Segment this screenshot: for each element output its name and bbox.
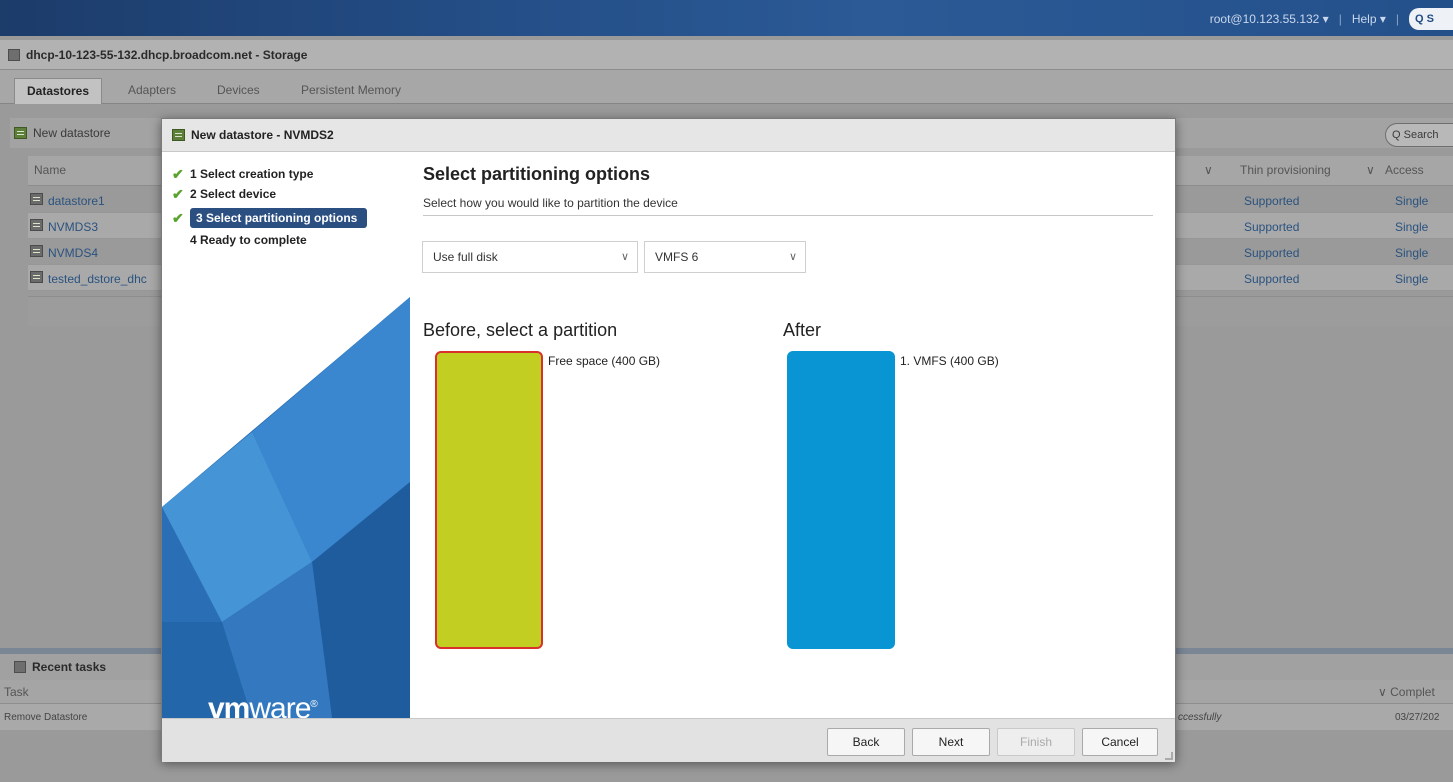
dialog-title-bar[interactable]: New datastore - NVMDS2 (162, 119, 1175, 152)
datastore-icon (30, 271, 43, 283)
task-status: ccessfully (1178, 712, 1222, 723)
finish-button[interactable]: Finish (997, 728, 1075, 756)
row-thin: Supported (1244, 220, 1300, 234)
row-access: Single (1395, 220, 1429, 234)
top-bar: root@10.123.55.132 ▾ | Help ▾ | Q S (0, 0, 1453, 36)
check-icon: ✔ (172, 185, 184, 202)
wizard-step-label-active: 3 Select partitioning options (190, 208, 368, 228)
new-datastore-dialog: New datastore - NVMDS2 ✔ 1 Select creati… (161, 118, 1176, 762)
global-search-input[interactable]: Q S (1409, 8, 1453, 30)
host-title: dhcp-10-123-55-132.dhcp.broadcom.net - S… (26, 47, 308, 62)
logo-light: ware (249, 692, 311, 718)
wizard-step-label: 2 Select device (190, 187, 277, 201)
cancel-button[interactable]: Cancel (1082, 728, 1158, 756)
wizard-content: Select partitioning options Select how y… (411, 152, 1175, 718)
before-section-title: Before, select a partition (423, 320, 618, 340)
recent-tasks-title: Recent tasks (32, 660, 107, 674)
vmfs-partition-label: 1. VMFS (400 GB) (900, 354, 999, 368)
col-completed[interactable]: ∨ Complet (1378, 685, 1435, 699)
col-sort-icon[interactable]: ∨ (1204, 163, 1213, 177)
storage-tabs: Datastores Adapters Devices Persistent M… (0, 70, 1453, 104)
divider (423, 215, 1153, 216)
col-thin-provisioning[interactable]: Thin provisioning (1240, 163, 1331, 177)
help-menu[interactable]: Help ▾ (1352, 12, 1386, 26)
chevron-down-icon: ∨ (620, 251, 629, 263)
next-button[interactable]: Next (912, 728, 990, 756)
datastore-icon (14, 127, 27, 139)
wizard-sidebar: ✔ 1 Select creation type ✔ 2 Select devi… (162, 152, 410, 718)
dialog-title: New datastore - NVMDS2 (191, 128, 334, 142)
partition-config-value: Use full disk (433, 250, 498, 264)
free-space-label: Free space (400 GB) (548, 354, 661, 368)
tab-devices[interactable]: Devices (205, 78, 272, 104)
col-name[interactable]: Name (34, 163, 66, 177)
logo-mark: ® (310, 699, 317, 710)
row-thin: Supported (1244, 194, 1300, 208)
row-thin: Supported (1244, 246, 1300, 260)
datastore-icon (30, 245, 43, 257)
new-datastore-button[interactable]: New datastore (14, 126, 110, 140)
page-subtitle: Select how you would like to partition t… (423, 196, 678, 210)
datastore-icon (30, 219, 43, 231)
chevron-down-icon: ∨ (788, 251, 797, 263)
tasks-icon (14, 661, 26, 673)
row-access: Single (1395, 194, 1429, 208)
row-name[interactable]: datastore1 (48, 194, 105, 208)
check-icon: ✔ (172, 209, 184, 226)
wizard-step-3[interactable]: ✔ 3 Select partitioning options (172, 208, 368, 228)
host-title-bar: dhcp-10-123-55-132.dhcp.broadcom.net - S… (0, 40, 1453, 70)
row-name[interactable]: NVMDS4 (48, 246, 98, 260)
task-date: 03/27/202 (1395, 712, 1440, 723)
row-thin: Supported (1244, 272, 1300, 286)
storage-icon (8, 48, 20, 61)
dialog-footer: Back Next Finish Cancel (162, 718, 1175, 762)
free-space-partition[interactable] (435, 351, 543, 649)
wizard-step-4[interactable]: 4 Ready to complete (172, 230, 307, 250)
resize-grip-icon[interactable] (1165, 752, 1173, 760)
logo-bold: vm (208, 692, 250, 718)
row-name[interactable]: tested_dstore_dhc (48, 272, 147, 286)
top-separator: | (1395, 12, 1399, 26)
datastore-icon (30, 193, 43, 205)
new-datastore-label: New datastore (33, 126, 111, 140)
col-sort-icon[interactable]: ∨ (1366, 163, 1375, 177)
user-menu[interactable]: root@10.123.55.132 ▾ (1210, 12, 1329, 26)
vmware-logo: vmware® (208, 692, 318, 718)
after-section-title: After (783, 320, 822, 340)
datastore-search-input[interactable]: Q Search (1385, 123, 1453, 147)
check-icon: ✔ (172, 165, 184, 182)
datastore-icon (172, 129, 185, 141)
row-access: Single (1395, 272, 1429, 286)
wizard-step-label: 1 Select creation type (190, 167, 314, 181)
top-bar-right: root@10.123.55.132 ▾ | Help ▾ | Q S (1210, 8, 1453, 30)
col-access[interactable]: Access (1385, 163, 1424, 177)
tab-adapters[interactable]: Adapters (116, 78, 188, 104)
tab-persistent-memory[interactable]: Persistent Memory (289, 78, 413, 104)
partition-config-select[interactable]: Use full disk ∨ (422, 241, 638, 273)
row-access: Single (1395, 246, 1429, 260)
wizard-step-1[interactable]: ✔ 1 Select creation type (172, 164, 313, 184)
vmfs-partition (787, 351, 895, 649)
tab-datastores[interactable]: Datastores (14, 78, 103, 104)
filesystem-version-select[interactable]: VMFS 6 ∨ (644, 241, 806, 273)
wizard-step-2[interactable]: ✔ 2 Select device (172, 184, 276, 204)
back-button[interactable]: Back (827, 728, 905, 756)
wizard-step-label: 4 Ready to complete (190, 233, 307, 247)
filesystem-version-value: VMFS 6 (655, 250, 699, 264)
page-title: Select partitioning options (423, 164, 651, 184)
row-name[interactable]: NVMDS3 (48, 220, 98, 234)
task-name: Remove Datastore (4, 712, 88, 723)
col-task[interactable]: Task (4, 685, 29, 699)
top-separator: | (1338, 12, 1342, 26)
